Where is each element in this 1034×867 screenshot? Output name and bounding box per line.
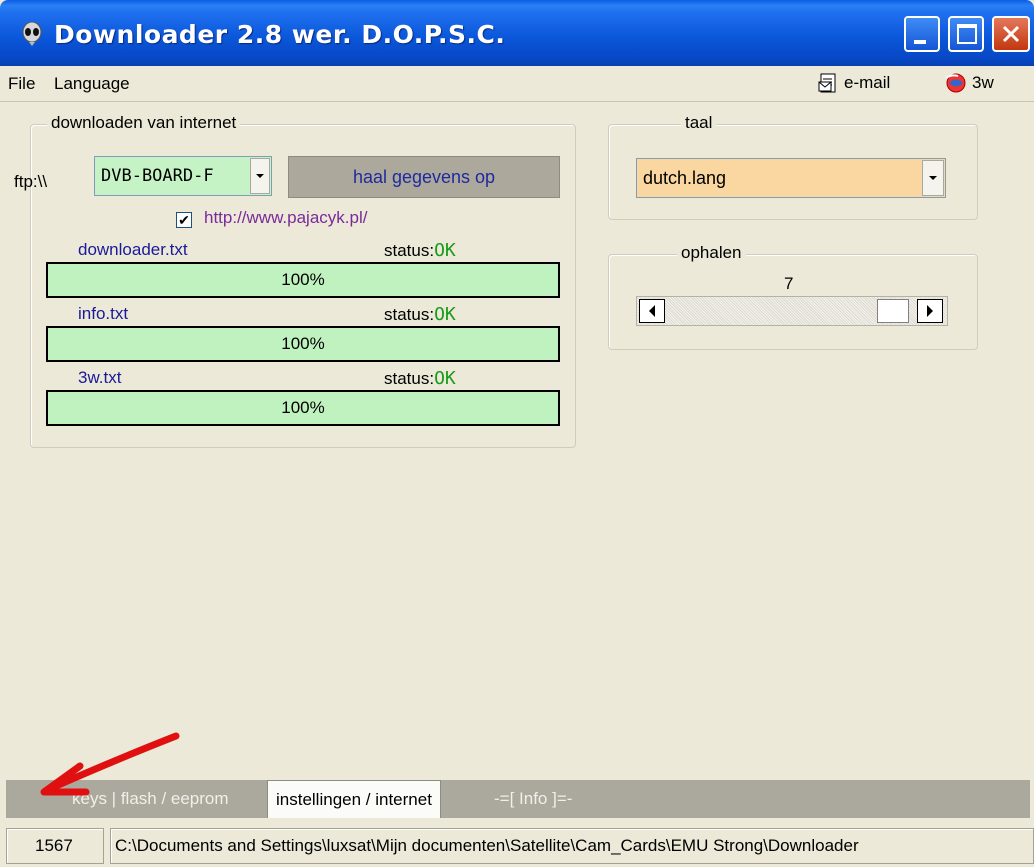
download-group-title: downloaden van internet <box>47 113 241 133</box>
language-combo[interactable]: dutch.lang <box>636 158 946 198</box>
checkmark-icon: ✔ <box>178 212 190 228</box>
chevron-down-icon <box>256 174 264 178</box>
email-icon <box>818 73 836 93</box>
progress-bar-downloader: 100% <box>46 262 560 298</box>
language-combo-dropdown-button[interactable] <box>922 160 944 196</box>
progress-bar-3w: 100% <box>46 390 560 426</box>
url-link[interactable]: http://www.pajacyk.pl/ <box>204 208 367 228</box>
server-combo-value: DVB-BOARD-F <box>101 166 214 186</box>
fetch-interval-slider[interactable] <box>636 296 948 326</box>
window-title: Downloader 2.8 wer. D.O.P.S.C. <box>54 20 506 49</box>
status-ok-value: OK <box>434 368 456 389</box>
language-group-title: taal <box>681 113 717 133</box>
menu-bar: File Language e-mail 3w <box>0 66 1034 102</box>
minimize-icon <box>914 40 926 44</box>
progress-bar-info: 100% <box>46 326 560 362</box>
tab-info[interactable]: -=[ Info ]=- <box>494 789 572 809</box>
chevron-down-icon <box>929 176 937 180</box>
www-link[interactable]: 3w <box>944 72 994 94</box>
language-combo-value: dutch.lang <box>643 167 727 188</box>
ftp-prefix-label: ftp:\\ <box>14 172 48 191</box>
www-label: 3w <box>972 73 994 92</box>
maximize-button[interactable] <box>948 16 984 52</box>
menu-file[interactable]: File <box>8 74 35 94</box>
scroll-right-button[interactable] <box>917 299 943 323</box>
status-label: status: <box>384 305 435 324</box>
status-label: status: <box>384 369 435 388</box>
server-combo[interactable]: DVB-BOARD-F <box>94 156 272 196</box>
file-status-info: status:OK <box>384 304 456 325</box>
file-status-downloader: status:OK <box>384 240 456 261</box>
tab-settings-internet[interactable]: instellingen / internet <box>267 780 441 818</box>
file-name-info: info.txt <box>78 304 129 323</box>
server-combo-dropdown-button[interactable] <box>250 158 270 194</box>
fetch-interval-group-title: ophalen <box>677 243 746 263</box>
status-ok-value: OK <box>434 240 456 261</box>
fetch-data-button[interactable]: haal gegevens op <box>288 156 560 198</box>
file-name-3w: 3w.txt <box>78 368 122 387</box>
title-bar[interactable]: Downloader 2.8 wer. D.O.P.S.C. <box>0 0 1034 66</box>
status-bar: 1567 C:\Documents and Settings\luxsat\Mi… <box>0 822 1034 867</box>
file-name-downloader: downloader.txt <box>78 240 188 259</box>
alien-app-icon <box>22 22 42 46</box>
status-path: C:\Documents and Settings\luxsat\Mijn do… <box>110 828 1034 864</box>
url-checkbox[interactable]: ✔ <box>176 212 192 228</box>
menu-language[interactable]: Language <box>54 74 130 94</box>
status-count: 1567 <box>6 828 104 864</box>
close-button[interactable] <box>992 16 1030 52</box>
close-icon <box>1002 25 1020 43</box>
email-link[interactable]: e-mail <box>818 72 890 94</box>
fetch-interval-value: 7 <box>784 274 794 293</box>
maximize-icon <box>957 24 977 44</box>
status-label: status: <box>384 241 435 260</box>
email-label: e-mail <box>844 73 891 92</box>
status-ok-value: OK <box>434 304 456 325</box>
annotation-arrow <box>40 732 180 796</box>
slider-thumb[interactable] <box>877 299 909 323</box>
scroll-left-button[interactable] <box>639 299 665 323</box>
file-status-3w: status:OK <box>384 368 456 389</box>
www-globe-icon <box>945 73 966 93</box>
arrow-left-icon <box>649 305 655 317</box>
minimize-button[interactable] <box>904 16 940 52</box>
arrow-right-icon <box>927 305 933 317</box>
